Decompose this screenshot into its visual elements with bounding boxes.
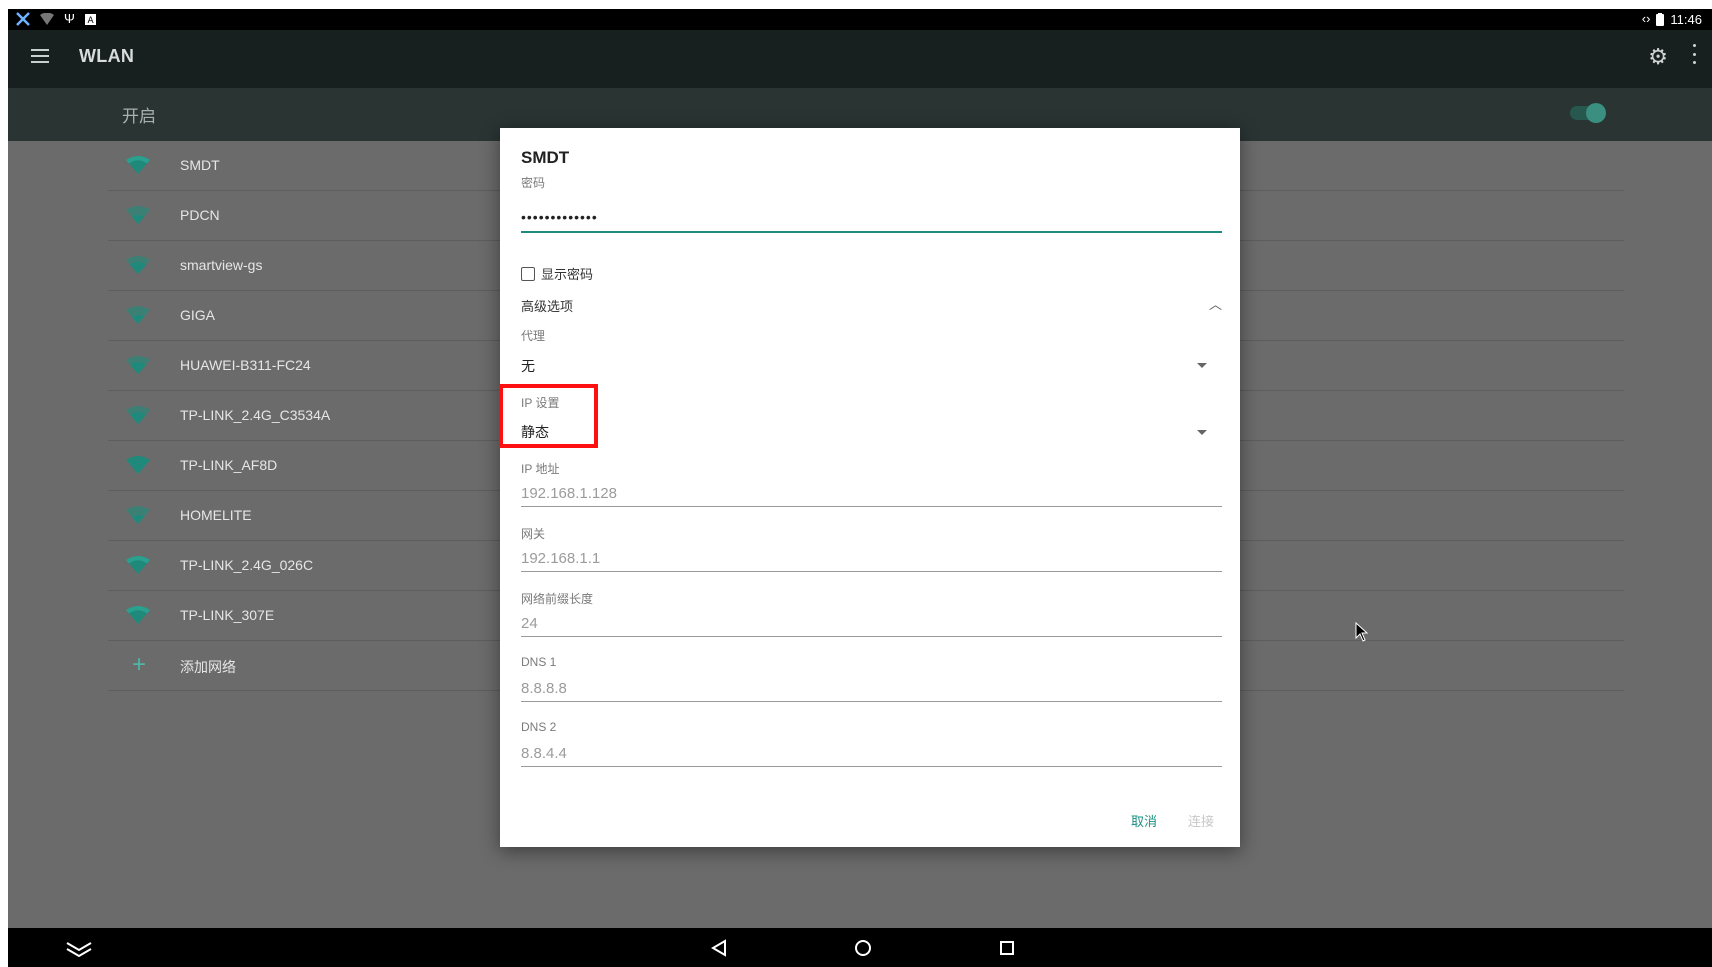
dns2-label: DNS 2: [521, 720, 557, 734]
svg-text:A: A: [87, 16, 94, 25]
network-name: HUAWEI-B311-FC24: [180, 357, 311, 373]
wifi-signal-icon: [126, 156, 150, 174]
wifi-signal-icon: [126, 306, 150, 324]
mouse-cursor-icon: [1355, 622, 1369, 642]
status-bar: Ψ A ‹› 11:46: [8, 9, 1712, 30]
ip-address-input[interactable]: 192.168.1.128: [521, 482, 1222, 507]
wifi-signal-icon: [126, 606, 150, 624]
password-value: •••••••••••••: [521, 209, 598, 225]
network-name: TP-LINK_2.4G_C3534A: [180, 407, 331, 423]
prefix-length-label: 网络前缀长度: [521, 592, 594, 606]
gateway-input[interactable]: 192.168.1.1: [521, 547, 1222, 572]
android-screen: Ψ A ‹› 11:46 WLAN ⚙ 开启 SMDT PDCN smartvi…: [8, 9, 1712, 967]
chevron-double-down-icon[interactable]: [65, 940, 93, 958]
usb-icon: Ψ: [64, 11, 75, 26]
wifi-signal-icon: [126, 356, 150, 374]
page-title: WLAN: [79, 46, 135, 66]
wifi-weak-icon: [40, 13, 54, 25]
wifi-signal-icon: [126, 456, 150, 474]
data-arrows-icon: ‹›: [1641, 11, 1651, 26]
gateway-placeholder: 192.168.1.1: [521, 550, 601, 567]
wifi-config-dialog: SMDT 密码 ••••••••••••• 显示密码 高级选项 ︿ 代理 无 I…: [500, 128, 1240, 847]
notification-a-icon: A: [84, 13, 96, 25]
status-icons-left: Ψ A: [16, 11, 96, 27]
wlan-toggle[interactable]: [1570, 103, 1606, 123]
dns2-placeholder: 8.8.4.4: [521, 745, 567, 762]
network-name: TP-LINK_2.4G_026C: [180, 557, 314, 573]
more-options-icon[interactable]: [1692, 44, 1696, 64]
network-name: TP-LINK_307E: [180, 607, 275, 623]
show-password-row[interactable]: 显示密码: [521, 264, 593, 283]
menu-icon[interactable]: [31, 49, 49, 63]
plus-icon: +: [132, 651, 147, 678]
add-network-label: 添加网络: [180, 659, 236, 675]
proxy-label: 代理: [521, 329, 546, 343]
battery-icon: [1656, 12, 1665, 26]
ip-settings-dropdown-arrow-icon[interactable]: [1197, 430, 1207, 435]
navigation-bar: [8, 928, 1712, 967]
network-name: GIGA: [180, 307, 216, 323]
prefix-length-placeholder: 24: [521, 615, 538, 632]
ip-address-placeholder: 192.168.1.128: [521, 485, 617, 502]
show-password-label: 显示密码: [541, 267, 594, 282]
wifi-signal-icon: [126, 506, 150, 524]
status-time: 11:46: [1670, 11, 1702, 27]
network-name: TP-LINK_AF8D: [180, 457, 278, 473]
wifi-signal-icon: [126, 406, 150, 424]
gateway-label: 网关: [521, 527, 546, 541]
app-bar: WLAN ⚙: [8, 30, 1712, 88]
wifi-signal-icon: [126, 206, 150, 224]
back-icon[interactable]: [711, 939, 727, 957]
dialog-title: SMDT: [521, 148, 570, 167]
dns2-input[interactable]: 8.8.4.4: [521, 742, 1222, 767]
show-password-checkbox[interactable]: [521, 266, 535, 281]
password-field[interactable]: •••••••••••••: [521, 207, 1222, 233]
ip-settings-highlight-box: [499, 384, 598, 448]
dns1-input[interactable]: 8.8.8.8: [521, 677, 1222, 702]
network-name: smartview-gs: [180, 257, 263, 273]
proxy-select-value[interactable]: 无: [521, 356, 535, 376]
status-icons-right: ‹› 11:46: [1642, 11, 1702, 27]
wifi-signal-icon: [126, 256, 150, 274]
password-label: 密码: [521, 176, 546, 190]
wlan-switch-label: 开启: [122, 107, 156, 126]
dns1-label: DNS 1: [521, 655, 557, 669]
cancel-button[interactable]: 取消: [1131, 811, 1157, 830]
toggle-knob: [1586, 103, 1606, 123]
wifi-signal-icon: [126, 556, 150, 574]
network-name: PDCN: [180, 207, 220, 223]
chevron-up-icon[interactable]: ︿: [1209, 294, 1222, 313]
connect-button[interactable]: 连接: [1188, 811, 1214, 830]
recent-apps-icon[interactable]: [999, 940, 1015, 956]
dns1-placeholder: 8.8.8.8: [521, 680, 567, 697]
prefix-length-input[interactable]: 24: [521, 612, 1222, 637]
network-name: SMDT: [180, 157, 220, 173]
gear-icon[interactable]: ⚙: [1648, 44, 1668, 70]
network-name: HOMELITE: [180, 507, 252, 523]
ip-address-label: IP 地址: [521, 462, 560, 476]
tools-icon: [16, 12, 30, 26]
proxy-dropdown-arrow-icon[interactable]: [1197, 363, 1207, 368]
advanced-options-label[interactable]: 高级选项: [521, 296, 573, 315]
home-icon[interactable]: [854, 939, 872, 957]
